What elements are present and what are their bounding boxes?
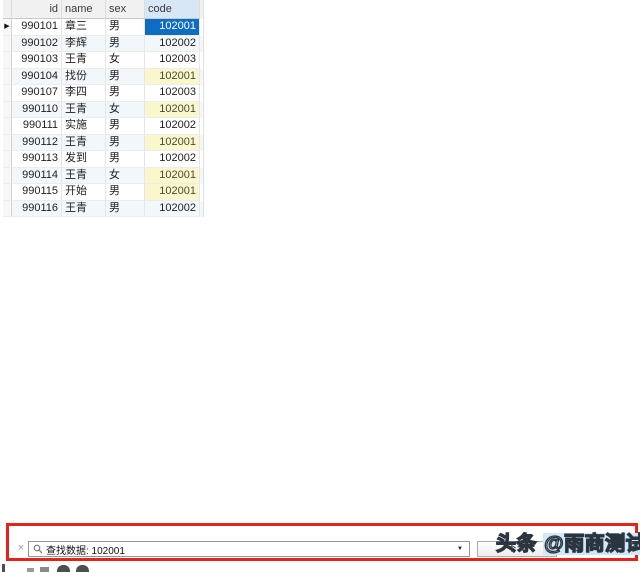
cell-id[interactable]: 990102 <box>12 35 62 52</box>
cell-sex[interactable]: 男 <box>106 35 145 52</box>
cell-name[interactable]: 王青 <box>62 52 106 69</box>
grid-corner-cell[interactable] <box>3 0 12 19</box>
cell-id[interactable]: 990103 <box>12 52 62 69</box>
watermark-part2: @雨商测试 <box>543 532 640 556</box>
table-row: 990102 李辉 男 102002 <box>3 35 203 52</box>
grid-body: ▶ 990101 章三 男 102001 990102 李辉 男 102002 … <box>3 19 203 217</box>
cell-code[interactable]: 102002 <box>145 118 200 135</box>
chevron-down-icon[interactable]: ▼ <box>453 546 469 552</box>
cell-id[interactable]: 990111 <box>12 118 62 135</box>
search-icon <box>33 544 43 554</box>
cell-id[interactable]: 990110 <box>12 101 62 118</box>
cell-code[interactable]: 102002 <box>145 200 200 217</box>
row-header-cell[interactable] <box>3 52 12 69</box>
cell-id[interactable]: 990113 <box>12 151 62 168</box>
cell-id[interactable]: 990116 <box>12 200 62 217</box>
cell-sex[interactable]: 女 <box>106 52 145 69</box>
table-row: 990111 实施 男 102002 <box>3 118 203 135</box>
table-row: 990114 王青 女 102001 <box>3 167 203 184</box>
table-row: ▶ 990101 章三 男 102001 <box>3 19 203 36</box>
close-icon[interactable]: × <box>15 541 27 555</box>
cell-name[interactable]: 发到 <box>62 151 106 168</box>
cell-name[interactable]: 李四 <box>62 85 106 102</box>
cell-sex[interactable]: 男 <box>106 200 145 217</box>
cell-sex[interactable]: 女 <box>106 167 145 184</box>
column-header-code[interactable]: code <box>145 0 200 19</box>
table-row: 990104 找份 男 102001 <box>3 68 203 85</box>
cell-name[interactable]: 章三 <box>62 19 106 36</box>
row-header-cell[interactable] <box>3 200 12 217</box>
row-header-cell[interactable] <box>3 85 12 102</box>
cell-sex[interactable]: 男 <box>106 19 145 36</box>
cell-code[interactable]: 102001 <box>145 19 200 36</box>
watermark-text: 头条 @雨商测试 <box>495 527 640 556</box>
cell-name[interactable]: 找份 <box>62 68 106 85</box>
column-header-id[interactable]: id <box>12 0 62 19</box>
watermark-part1: 头条 <box>495 532 544 555</box>
row-header-cell[interactable] <box>3 167 12 184</box>
cell-name[interactable]: 王青 <box>62 101 106 118</box>
cell-code[interactable]: 102002 <box>145 151 200 168</box>
row-header-cell[interactable]: ▶ <box>3 19 12 36</box>
cell-sex[interactable]: 男 <box>106 85 145 102</box>
table-row: 990110 王青 女 102001 <box>3 101 203 118</box>
cell-name[interactable]: 王青 <box>62 134 106 151</box>
cell-sex[interactable]: 男 <box>106 184 145 201</box>
cell-code[interactable]: 102001 <box>145 101 200 118</box>
cell-code[interactable]: 102002 <box>145 35 200 52</box>
cell-code[interactable]: 102001 <box>145 184 200 201</box>
find-search-box: ▼ <box>28 541 470 557</box>
cell-code[interactable]: 102001 <box>145 68 200 85</box>
table-row: 990113 发到 男 102002 <box>3 151 203 168</box>
data-grid: id name sex code ▶ 990101 章三 男 102001 99… <box>3 0 204 217</box>
cell-id[interactable]: 990107 <box>12 85 62 102</box>
cell-code[interactable]: 102003 <box>145 52 200 69</box>
cell-code[interactable]: 102003 <box>145 85 200 102</box>
cell-sex[interactable]: 男 <box>106 68 145 85</box>
table-row: 990103 王青 女 102003 <box>3 52 203 69</box>
column-header-sex[interactable]: sex <box>106 0 145 19</box>
cell-id[interactable]: 990114 <box>12 167 62 184</box>
cell-id[interactable]: 990112 <box>12 134 62 151</box>
row-header-cell[interactable] <box>3 134 12 151</box>
cell-name[interactable]: 开始 <box>62 184 106 201</box>
cell-name[interactable]: 实施 <box>62 118 106 135</box>
table-row: 990115 开始 男 102001 <box>3 184 203 201</box>
row-header-cell[interactable] <box>3 151 12 168</box>
cell-sex[interactable]: 男 <box>106 118 145 135</box>
table-row: 990116 王青 男 102002 <box>3 200 203 217</box>
cell-id[interactable]: 990115 <box>12 184 62 201</box>
table-row: 990112 王青 男 102001 <box>3 134 203 151</box>
grid-header-row: id name sex code <box>3 0 203 19</box>
row-header-cell[interactable] <box>3 68 12 85</box>
cell-name[interactable]: 王青 <box>62 200 106 217</box>
row-header-cell[interactable] <box>3 35 12 52</box>
row-header-cell[interactable] <box>3 101 12 118</box>
cell-id[interactable]: 990101 <box>12 19 62 36</box>
cut-off-glyphs <box>0 563 120 572</box>
cell-sex[interactable]: 男 <box>106 134 145 151</box>
cell-id[interactable]: 990104 <box>12 68 62 85</box>
cell-code[interactable]: 102001 <box>145 134 200 151</box>
table-row: 990107 李四 男 102003 <box>3 85 203 102</box>
cell-sex[interactable]: 女 <box>106 101 145 118</box>
column-header-name[interactable]: name <box>62 0 106 19</box>
cell-sex[interactable]: 男 <box>106 151 145 168</box>
cell-name[interactable]: 王青 <box>62 167 106 184</box>
row-header-cell[interactable] <box>3 184 12 201</box>
cell-name[interactable]: 李辉 <box>62 35 106 52</box>
cell-code[interactable]: 102001 <box>145 167 200 184</box>
search-input[interactable] <box>46 543 454 555</box>
row-header-cell[interactable] <box>3 118 12 135</box>
